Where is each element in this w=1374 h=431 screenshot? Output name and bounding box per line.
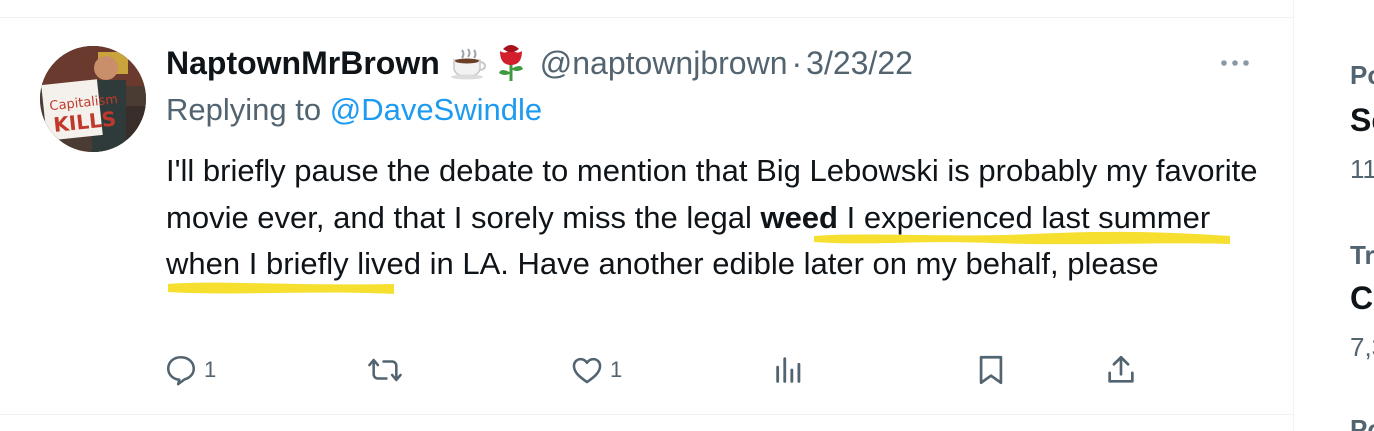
author-handle[interactable]: @naptownjbrown <box>540 45 788 82</box>
name-emojis <box>450 43 528 83</box>
rose-icon <box>498 45 523 81</box>
tweet-text: I'll briefly pause the debate to mention… <box>166 148 1266 288</box>
more-options-button[interactable] <box>1218 52 1252 74</box>
sidebar-count: 7,3 <box>1350 332 1374 362</box>
separator-dot: · <box>791 44 803 81</box>
like-button[interactable]: 1 <box>570 350 622 390</box>
sidebar-title[interactable]: Sc <box>1350 102 1374 139</box>
views-button[interactable] <box>772 350 806 390</box>
views-icon <box>776 357 801 383</box>
bookmark-button[interactable] <box>974 350 1008 390</box>
replying-to: Replying to @DaveSwindle <box>166 92 542 128</box>
like-icon <box>572 357 602 384</box>
top-divider <box>0 17 1293 18</box>
more-icon <box>1221 60 1249 66</box>
tweet-text-bold: weed <box>760 199 838 235</box>
tweet-actions: 1 1 <box>164 350 1164 390</box>
reply-count: 1 <box>204 357 217 382</box>
bottom-divider <box>0 414 1293 415</box>
tweet-date[interactable]: 3/23/22 <box>806 45 913 82</box>
reply-icon <box>166 355 196 386</box>
retweet-icon <box>368 358 402 382</box>
replying-to-handle[interactable]: @DaveSwindle <box>330 92 542 127</box>
sidebar-label: Po <box>1350 414 1374 431</box>
sidebar-label: Po <box>1350 60 1374 90</box>
retweet-button[interactable] <box>366 350 404 390</box>
like-count: 1 <box>610 357 623 382</box>
replying-to-label: Replying to <box>166 92 322 127</box>
sidebar-title[interactable]: C <box>1350 280 1373 317</box>
tweet-header: NaptownMrBrown @naptownjbrown · 3/23/22 <box>166 38 913 88</box>
share-icon <box>1108 355 1134 383</box>
display-name[interactable]: NaptownMrBrown <box>166 45 440 82</box>
reply-button[interactable]: 1 <box>164 350 216 390</box>
avatar-image: Capitalism KILLS <box>40 46 146 152</box>
sidebar-label: Tr <box>1350 240 1374 270</box>
coffee-icon <box>450 48 486 80</box>
bookmark-icon <box>979 355 1003 385</box>
right-sidebar: Po Sc 11 Tr C 7,3 Po <box>1294 0 1374 431</box>
share-button[interactable] <box>1104 350 1138 390</box>
avatar[interactable]: Capitalism KILLS <box>40 46 146 152</box>
sidebar-count: 11 <box>1350 154 1374 184</box>
